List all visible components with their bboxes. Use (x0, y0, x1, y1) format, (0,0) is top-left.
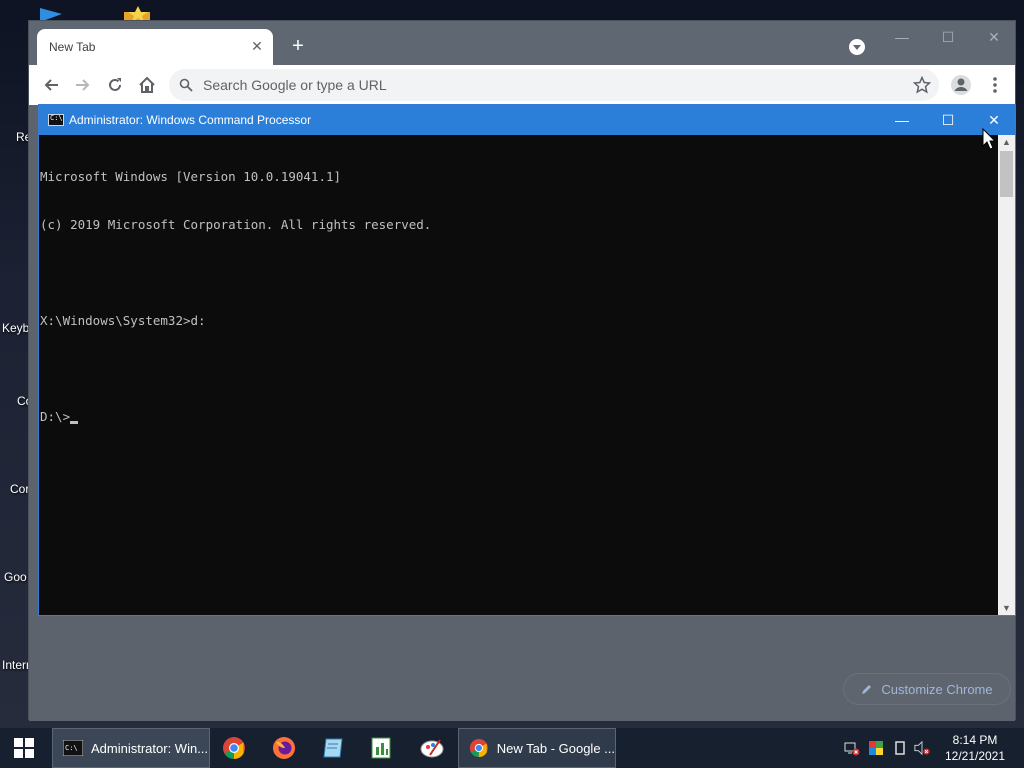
cmd-icon-text: C:\ (50, 114, 63, 122)
clock[interactable]: 8:14 PM 12/21/2021 (940, 732, 1010, 764)
cmd-window: C:\ Administrator: Windows Command Proce… (38, 104, 1016, 616)
chrome-icon (223, 737, 245, 759)
minimize-button[interactable]: — (879, 105, 925, 135)
cmd-line: X:\Windows\System32>d: (40, 313, 206, 328)
start-button[interactable] (0, 728, 48, 768)
firefox-icon (273, 737, 295, 759)
chrome-icon (469, 738, 488, 758)
new-tab-button[interactable]: + (287, 35, 309, 57)
clock-time: 8:14 PM (952, 733, 998, 747)
cmd-output[interactable]: Microsoft Windows [Version 10.0.19041.1]… (39, 135, 999, 615)
cmd-prompt: D:\> (40, 409, 71, 424)
taskbar: C:\ Administrator: Win... New Tab - Goog… (0, 728, 1024, 768)
notepad-icon (323, 738, 343, 758)
cmd-prompt-line: D:\> (40, 409, 999, 425)
usb-device-icon[interactable] (892, 740, 908, 756)
menu-icon[interactable] (983, 73, 1007, 97)
desktop-icon-label[interactable]: Goo (4, 570, 27, 584)
scroll-thumb[interactable] (1000, 151, 1013, 197)
profile-icon[interactable] (949, 73, 973, 97)
taskbar-item-cmd[interactable]: C:\ Administrator: Win... (52, 728, 210, 768)
customize-chrome-button[interactable]: Customize Chrome (843, 673, 1011, 705)
search-input[interactable] (203, 69, 893, 101)
volume-muted-icon[interactable] (914, 740, 930, 756)
omnibox[interactable] (169, 69, 939, 101)
cmd-icon: C:\ (63, 740, 83, 756)
cmd-line (40, 265, 999, 281)
reload-icon[interactable] (103, 73, 127, 97)
scroll-up-icon[interactable]: ▲ (998, 135, 1015, 149)
taskbar-item-chrome-window[interactable]: New Tab - Google ... (458, 728, 616, 768)
taskbar-item-paint[interactable] (420, 728, 448, 768)
spreadsheet-icon (371, 737, 391, 759)
taskbar-item-label: New Tab - Google ... (496, 740, 615, 756)
taskbar-item-spreadsheet[interactable] (370, 728, 398, 768)
clock-date: 12/21/2021 (944, 749, 1006, 763)
chrome-tab[interactable]: New Tab ✕ (37, 29, 273, 65)
search-icon (179, 78, 193, 92)
desktop-icon-label[interactable]: Keyb (2, 321, 29, 335)
windows-logo-icon (14, 738, 34, 758)
pencil-icon (862, 685, 872, 694)
customize-label: Customize Chrome (881, 681, 993, 697)
chrome-tab-title: New Tab (49, 40, 96, 54)
back-icon[interactable] (39, 73, 63, 97)
taskbar-item-firefox[interactable] (272, 728, 300, 768)
scroll-down-icon[interactable]: ▼ (998, 601, 1015, 615)
close-button[interactable]: ✕ (971, 25, 1017, 49)
chrome-tabstrip: New Tab ✕ + — ☐ ✕ (29, 21, 1015, 65)
maximize-button[interactable]: ☐ (925, 25, 971, 49)
minimize-button[interactable]: — (879, 25, 925, 49)
taskbar-item-notepad[interactable] (322, 728, 350, 768)
maximize-button[interactable]: ☐ (925, 105, 971, 135)
cmd-line: Microsoft Windows [Version 10.0.19041.1] (40, 169, 342, 184)
taskbar-item-chrome[interactable] (222, 728, 250, 768)
star-icon[interactable] (913, 76, 931, 94)
color-display-icon[interactable] (868, 740, 884, 756)
cmd-icon: C:\ (48, 114, 64, 126)
text-cursor (70, 421, 79, 424)
home-icon[interactable] (135, 73, 159, 97)
cmd-line: (c) 2019 Microsoft Corporation. All righ… (40, 217, 432, 232)
paint-icon (420, 739, 444, 758)
cmd-titlebar[interactable]: C:\ Administrator: Windows Command Proce… (39, 105, 1015, 135)
svg-text:C:\: C:\ (65, 744, 78, 752)
desktop-icon-label[interactable]: Cor (10, 482, 29, 496)
tab-search-icon[interactable] (849, 39, 865, 55)
network-icon[interactable] (844, 740, 860, 756)
cmd-title: Administrator: Windows Command Processor (69, 113, 312, 127)
mouse-pointer-icon (982, 128, 996, 150)
forward-icon[interactable] (71, 73, 95, 97)
cmd-line (40, 361, 999, 377)
vertical-scrollbar[interactable]: ▲ ▼ (998, 135, 1015, 615)
close-tab-icon[interactable]: ✕ (249, 38, 265, 54)
system-tray: 8:14 PM 12/21/2021 (844, 728, 1024, 768)
chrome-toolbar (29, 65, 1015, 105)
taskbar-item-label: Administrator: Win... (91, 740, 209, 756)
